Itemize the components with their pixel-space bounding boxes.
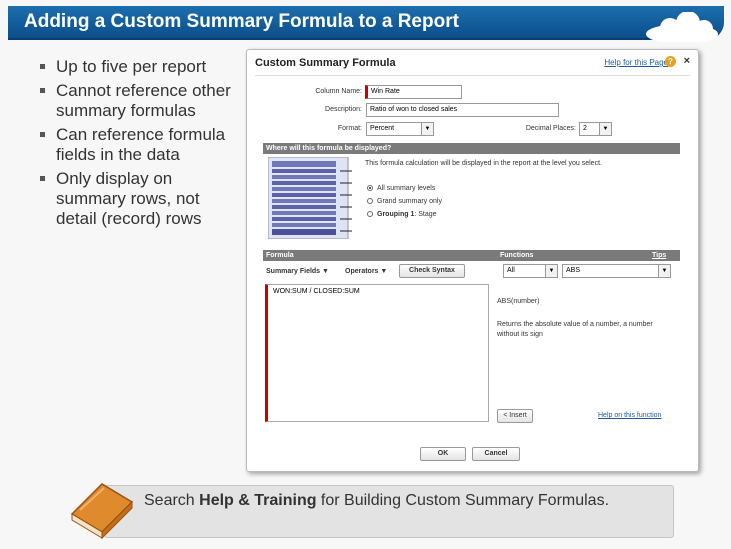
description-field[interactable]: Ratio of won to closed sales	[366, 103, 559, 117]
bullet-item: Cannot reference other summary formulas	[38, 81, 234, 121]
operators-menu[interactable]: Operators ▼	[345, 268, 387, 275]
chevron-down-icon: ▼	[322, 268, 329, 275]
radio-grouping-1[interactable]: Grouping 1: Stage	[367, 211, 437, 218]
footer-text-bold[interactable]: Help & Training	[199, 492, 316, 509]
description-label: Description:	[325, 106, 362, 113]
radio-label-suffix: : Stage	[414, 211, 437, 218]
format-label: Format:	[337, 125, 362, 132]
chevron-down-icon: ▼	[599, 123, 611, 135]
decimal-places-label: Decimal Places:	[525, 125, 576, 132]
bullet-item: Up to five per report	[38, 57, 234, 77]
format-select[interactable]: Percent ▼	[366, 122, 434, 136]
slide-title-bar: Adding a Custom Summary Formula to a Rep…	[8, 6, 724, 42]
display-section-header: Where will this formula be displayed?	[263, 143, 680, 154]
insert-button[interactable]: < Insert	[497, 409, 533, 423]
footer-text-post: for Building Custom Summary Formulas.	[316, 492, 610, 509]
function-description: Returns the absolute value of a number, …	[497, 321, 653, 338]
decimal-places-value: 2	[583, 125, 587, 132]
functions-header-label: Functions	[500, 252, 534, 259]
summary-fields-label: Summary Fields	[266, 268, 321, 275]
radio-label: Grand summary only	[377, 198, 442, 205]
radio-grand-summary-only[interactable]: Grand summary only	[367, 198, 442, 205]
function-category-value: All	[507, 267, 515, 274]
cancel-button[interactable]: Cancel	[472, 447, 520, 461]
dialog-title: Custom Summary Formula	[255, 57, 396, 69]
book-icon	[70, 483, 134, 540]
function-select[interactable]: ABS ▼	[562, 264, 671, 278]
dialog-divider	[255, 75, 690, 76]
column-name-label: Column Name:	[315, 88, 362, 95]
report-levels-illustration	[268, 157, 352, 239]
summary-fields-menu[interactable]: Summary Fields ▼	[266, 268, 329, 275]
bullet-item: Only display on summary rows, not detail…	[38, 169, 234, 229]
radio-all-summary-levels[interactable]: All summary levels	[367, 185, 435, 192]
slide-title: Adding a Custom Summary Formula to a Rep…	[24, 11, 459, 32]
bullet-item: Can reference formula fields in the data	[38, 125, 234, 165]
display-info-text: This formula calculation will be display…	[365, 160, 602, 167]
operators-label: Operators	[345, 268, 379, 275]
help-on-function-link[interactable]: Help on this function	[598, 412, 661, 419]
radio-label-bold: Grouping 1	[377, 211, 415, 218]
format-value: Percent	[370, 125, 395, 132]
radio-button[interactable]	[367, 198, 373, 205]
help-icon[interactable]: ?	[665, 56, 676, 67]
formula-textarea[interactable]: WON:SUM / CLOSED:SUM	[265, 284, 489, 422]
chevron-down-icon: ▼	[421, 123, 433, 135]
bullet-list: Up to five per report Cannot reference o…	[38, 57, 234, 233]
footer-text: Search Help & Training for Building Cust…	[144, 490, 644, 511]
tips-link[interactable]: Tips	[652, 252, 666, 259]
radio-button[interactable]	[367, 185, 373, 192]
close-icon[interactable]: ×	[684, 55, 690, 67]
decimal-places-select[interactable]: 2 ▼	[579, 122, 612, 136]
cloud-icon	[646, 12, 718, 42]
radio-label: All summary levels	[377, 185, 436, 192]
footer-text-pre: Search	[144, 492, 200, 509]
chevron-down-icon: ▼	[545, 265, 557, 277]
formula-section-header: Formula	[263, 250, 680, 261]
radio-button[interactable]	[367, 211, 373, 218]
function-selected-value: ABS	[566, 267, 581, 274]
column-name-field[interactable]: Win Rate	[365, 85, 462, 99]
formula-header-label: Formula	[266, 252, 294, 259]
chevron-down-icon: ▼	[658, 265, 670, 277]
check-syntax-button[interactable]: Check Syntax	[399, 264, 465, 278]
help-for-page-link[interactable]: Help for this Page	[604, 58, 668, 67]
function-category-select[interactable]: All ▼	[503, 264, 558, 278]
chevron-down-icon: ▼	[380, 268, 388, 275]
function-signature: ABS(number)	[497, 298, 540, 305]
ok-button[interactable]: OK	[420, 447, 466, 461]
